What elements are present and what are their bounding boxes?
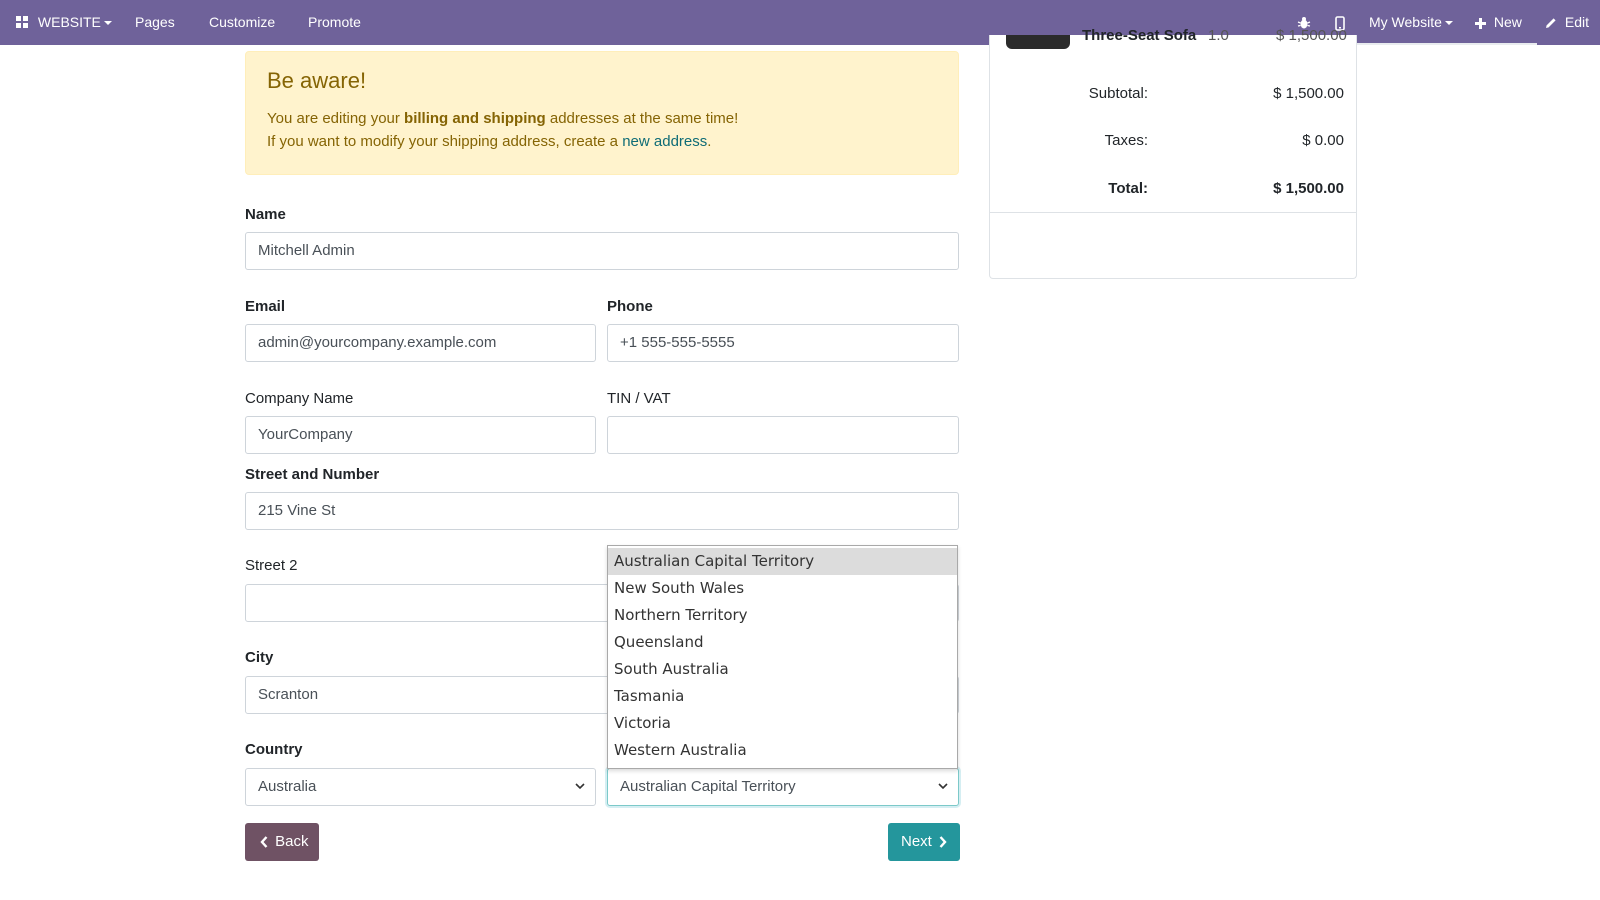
new-address-link[interactable]: new address (622, 133, 707, 150)
nav-customize[interactable]: Customize (209, 0, 275, 45)
state-option[interactable]: New South Wales (608, 575, 957, 602)
chevron-left-icon (260, 836, 268, 848)
subtotal-label: Subtotal: (1088, 85, 1148, 102)
summary-divider (990, 212, 1356, 213)
total-label: Total: (1108, 180, 1148, 197)
next-button[interactable]: Next (888, 823, 960, 861)
alert-line-1-post: addresses at the same time! (545, 110, 739, 127)
street2-label: Street 2 (245, 557, 298, 574)
name-field[interactable]: Mitchell Admin (245, 232, 959, 270)
checkout-address-page: Be aware! You are editing your billing a… (0, 27, 1600, 900)
state-option[interactable]: Western Australia (608, 737, 957, 764)
state-select-value: Australian Capital Territory (620, 778, 796, 795)
state-dropdown-list: Australian Capital Territory New South W… (607, 545, 958, 769)
product-thumbnail (1006, 35, 1070, 49)
email-label: Email (245, 298, 286, 315)
my-website-label: My Website (1369, 14, 1442, 30)
billing-shipping-alert: Be aware! You are editing your billing a… (245, 51, 959, 175)
alert-line-2-pre: If you want to modify your shipping addr… (267, 133, 623, 150)
new-button[interactable]: New (1475, 0, 1522, 45)
chevron-down-icon (575, 783, 585, 790)
taxes-label: Taxes: (1104, 132, 1148, 149)
name-label: Name (245, 206, 286, 223)
nav-promote[interactable]: Promote (308, 0, 361, 45)
back-label: Back (275, 833, 309, 850)
chevron-right-icon (939, 836, 947, 848)
total-value: $ 1,500.00 (1273, 180, 1344, 197)
product-price: $ 1,500.00 (1276, 27, 1347, 44)
product-name: Three-Seat Sofa (1082, 27, 1197, 44)
taxes-value: $ 0.00 (1302, 132, 1344, 149)
vat-label: TIN / VAT (607, 390, 671, 407)
website-app-menu[interactable]: WEBSITE (16, 0, 112, 45)
website-app-label: WEBSITE (37, 14, 101, 30)
alert-line-2-post: . (707, 133, 712, 150)
state-option[interactable]: South Australia (608, 656, 957, 683)
chevron-down-icon (103, 21, 112, 26)
street-field[interactable]: 215 Vine St (245, 492, 959, 530)
chevron-down-icon (938, 783, 948, 790)
alert-line-1: You are editing your billing and shippin… (267, 110, 738, 127)
pencil-icon (1546, 18, 1556, 29)
country-select-value: Australia (258, 778, 317, 795)
alert-line-2: If you want to modify your shipping addr… (267, 133, 711, 150)
state-option[interactable]: Tasmania (608, 683, 957, 710)
country-label: Country (245, 741, 303, 758)
apps-grid-icon (16, 1, 28, 46)
city-label: City (245, 649, 274, 666)
state-select[interactable]: Australian Capital Territory (607, 768, 959, 806)
back-button[interactable]: Back (245, 823, 319, 861)
order-summary-card: Three-Seat Sofa 1.0 $ 1,500.00 Subtotal:… (989, 27, 1357, 279)
my-website-menu[interactable]: My Website (1369, 0, 1453, 45)
subtotal-value: $ 1,500.00 (1273, 85, 1344, 102)
plus-icon (1475, 17, 1486, 29)
next-label: Next (901, 833, 932, 850)
vat-field[interactable] (607, 416, 959, 454)
header-divider (1357, 43, 1537, 45)
state-option[interactable]: Queensland (608, 629, 957, 656)
chevron-down-icon (1444, 21, 1453, 26)
alert-line-1-bold: billing and shipping (404, 110, 546, 127)
alert-line-1-pre: You are editing your (267, 110, 405, 127)
phone-label: Phone (607, 298, 653, 315)
new-label: New (1493, 14, 1522, 30)
company-name-field[interactable]: YourCompany (245, 416, 596, 454)
top-navbar: WEBSITE Pages Customize Promote My Websi… (0, 0, 1600, 45)
nav-pages[interactable]: Pages (135, 0, 175, 45)
street-label: Street and Number (245, 466, 380, 483)
alert-title: Be aware! (267, 68, 367, 93)
company-name-label: Company Name (245, 390, 354, 407)
state-option[interactable]: Northern Territory (608, 602, 957, 629)
email-field[interactable]: admin@yourcompany.example.com (245, 324, 596, 362)
phone-field[interactable]: +1 555-555-5555 (607, 324, 959, 362)
edit-button[interactable]: Edit (1545, 0, 1589, 45)
state-option[interactable]: Victoria (608, 710, 957, 737)
state-option[interactable]: Australian Capital Territory (608, 548, 957, 575)
edit-label: Edit (1564, 14, 1590, 30)
country-select[interactable]: Australia (245, 768, 596, 806)
product-quantity: 1.0 (1208, 27, 1229, 44)
